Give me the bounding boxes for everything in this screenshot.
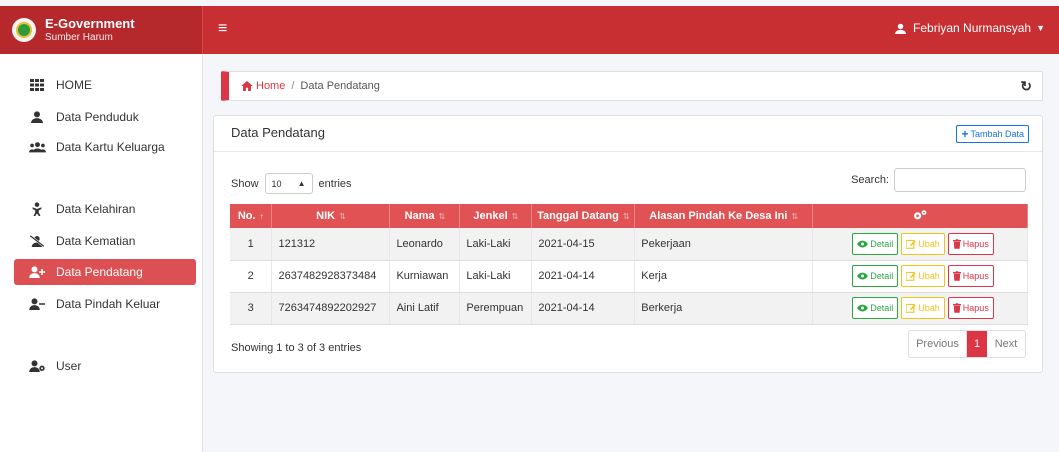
grid-icon: [28, 78, 46, 92]
column-header-no[interactable]: No. ↑: [230, 204, 273, 228]
user-cog-icon: [28, 359, 46, 373]
table-row: 3 7263474892202927 Aini Latif Perempuan …: [230, 292, 1028, 325]
sort-asc-icon: ↑: [259, 212, 264, 221]
sidebar-item-data-kematian[interactable]: Data Kematian: [14, 228, 196, 254]
sidebar-item-label: User: [56, 359, 82, 373]
sidebar-item-label: Data Kartu Keluarga: [56, 140, 165, 154]
trash-icon: [952, 238, 961, 249]
breadcrumb-current: Data Pendatang: [300, 80, 380, 92]
edit-button[interactable]: Ubah: [901, 297, 945, 319]
top-navbar: E-Government Sumber Harum ≡ Febriyan Nur…: [0, 6, 1059, 54]
sidebar-item-label: Data Penduduk: [56, 110, 139, 124]
refresh-icon[interactable]: ↻: [1020, 78, 1032, 95]
page-1-button[interactable]: 1: [967, 331, 987, 357]
column-header-nik[interactable]: NIK ⇅: [271, 204, 391, 228]
sidebar-item-user[interactable]: User: [14, 353, 196, 379]
edit-icon: [906, 239, 916, 249]
user-minus-icon: [28, 297, 46, 311]
sidebar-item-data-penduduk[interactable]: Data Penduduk: [14, 104, 196, 130]
plus-icon: +: [961, 127, 969, 141]
sidebar-item-label: Data Pindah Keluar: [56, 297, 161, 311]
delete-button[interactable]: Hapus: [947, 265, 994, 287]
logo-icon: [12, 18, 36, 42]
user-icon: [28, 110, 46, 124]
sidebar-item-label: Data Kematian: [56, 234, 136, 248]
user-icon: [895, 23, 907, 34]
pendatang-table: No. ↑ NIK ⇅ Nama ⇅ Jenkel ⇅ Tanggal Datang ⇅ …: [230, 204, 1028, 325]
sidebar-item-data-kelahiran[interactable]: Data Kelahiran: [14, 196, 196, 222]
next-page-button[interactable]: Next: [987, 331, 1025, 357]
delete-button[interactable]: Hapus: [947, 297, 994, 319]
trash-icon: [952, 271, 961, 281]
breadcrumb-home-link[interactable]: Home: [241, 80, 285, 92]
baby-icon: [28, 202, 46, 216]
eye-icon: [857, 304, 869, 312]
eye-icon: [857, 240, 869, 248]
brand-subtitle: Sumber Harum: [45, 32, 113, 43]
add-data-button[interactable]: + Tambah Data: [956, 125, 1029, 143]
sort-icon: ⇅: [438, 212, 446, 221]
brand[interactable]: E-Government Sumber Harum: [0, 6, 203, 54]
detail-button[interactable]: Detail: [852, 265, 899, 287]
eye-icon: [857, 272, 869, 280]
users-icon: [28, 140, 46, 154]
trash-icon: [952, 303, 961, 313]
brand-title: E-Government: [45, 16, 135, 31]
sidebar-item-label: Data Kelahiran: [56, 202, 136, 216]
column-header-nama[interactable]: Nama ⇅: [389, 204, 461, 228]
edit-icon: [906, 271, 916, 281]
column-header-actions: [812, 204, 1028, 228]
column-header-tanggal-datang[interactable]: Tanggal Datang ⇅: [531, 204, 636, 228]
user-name: Febriyan Nurmansyah: [913, 21, 1032, 35]
breadcrumb: Home / Data Pendatang ↻: [221, 71, 1043, 101]
user-plus-icon: [28, 265, 46, 279]
entries-length-control: Show 10 ▲ entries: [231, 173, 352, 194]
sort-icon: ⇅: [511, 212, 519, 221]
sidebar-item-label: Data Pendatang: [56, 265, 143, 279]
pagination: Previous 1 Next: [908, 330, 1026, 358]
cogs-icon: [914, 209, 927, 219]
edit-button[interactable]: Ubah: [901, 232, 945, 255]
table-row: 2 2637482928373484 Kurniawan Laki-Laki 2…: [230, 260, 1028, 293]
sidebar-item-home[interactable]: HOME: [14, 72, 196, 98]
edit-icon: [906, 303, 916, 313]
menu-toggle-icon[interactable]: ≡: [218, 20, 227, 38]
table-row: 1 121312 Leonardo Laki-Laki 2021-04-15 P…: [230, 228, 1028, 261]
search-control: Search:: [851, 168, 1026, 192]
detail-button[interactable]: Detail: [852, 297, 899, 319]
search-input[interactable]: [894, 168, 1026, 192]
sidebar-item-label: HOME: [56, 78, 92, 92]
column-header-jenkel[interactable]: Jenkel ⇅: [459, 204, 533, 228]
sort-updown-icon: ▲: [297, 179, 306, 188]
edit-button[interactable]: Ubah: [901, 265, 945, 287]
sidebar-item-data-kartu-keluarga[interactable]: Data Kartu Keluarga: [14, 134, 196, 160]
entries-select[interactable]: 10 ▲: [264, 173, 313, 194]
table-info: Showing 1 to 3 of 3 entries: [231, 342, 362, 354]
home-icon: [241, 81, 253, 91]
user-menu[interactable]: Febriyan Nurmansyah ▼: [895, 21, 1045, 35]
delete-button[interactable]: Hapus: [947, 232, 994, 255]
breadcrumb-separator: /: [291, 80, 295, 92]
caret-down-icon: ▼: [1036, 23, 1045, 33]
previous-page-button[interactable]: Previous: [909, 331, 967, 357]
detail-button[interactable]: Detail: [852, 232, 899, 255]
sort-icon: ⇅: [339, 212, 346, 221]
sidebar-item-data-pendatang[interactable]: Data Pendatang: [14, 259, 196, 285]
user-slash-icon: [28, 234, 46, 248]
sort-icon: ⇅: [791, 212, 799, 221]
column-header-alasan[interactable]: Alasan Pindah Ke Desa Ini ⇅: [634, 204, 814, 228]
sidebar: HOME Data Penduduk Data Kartu Keluarga D…: [0, 54, 203, 452]
sort-icon: ⇅: [622, 212, 630, 221]
data-card: Data Pendatang + Tambah Data Show 10 ▲ e…: [213, 115, 1043, 373]
sidebar-item-data-pindah-keluar[interactable]: Data Pindah Keluar: [14, 291, 196, 317]
card-title: Data Pendatang: [231, 125, 325, 140]
